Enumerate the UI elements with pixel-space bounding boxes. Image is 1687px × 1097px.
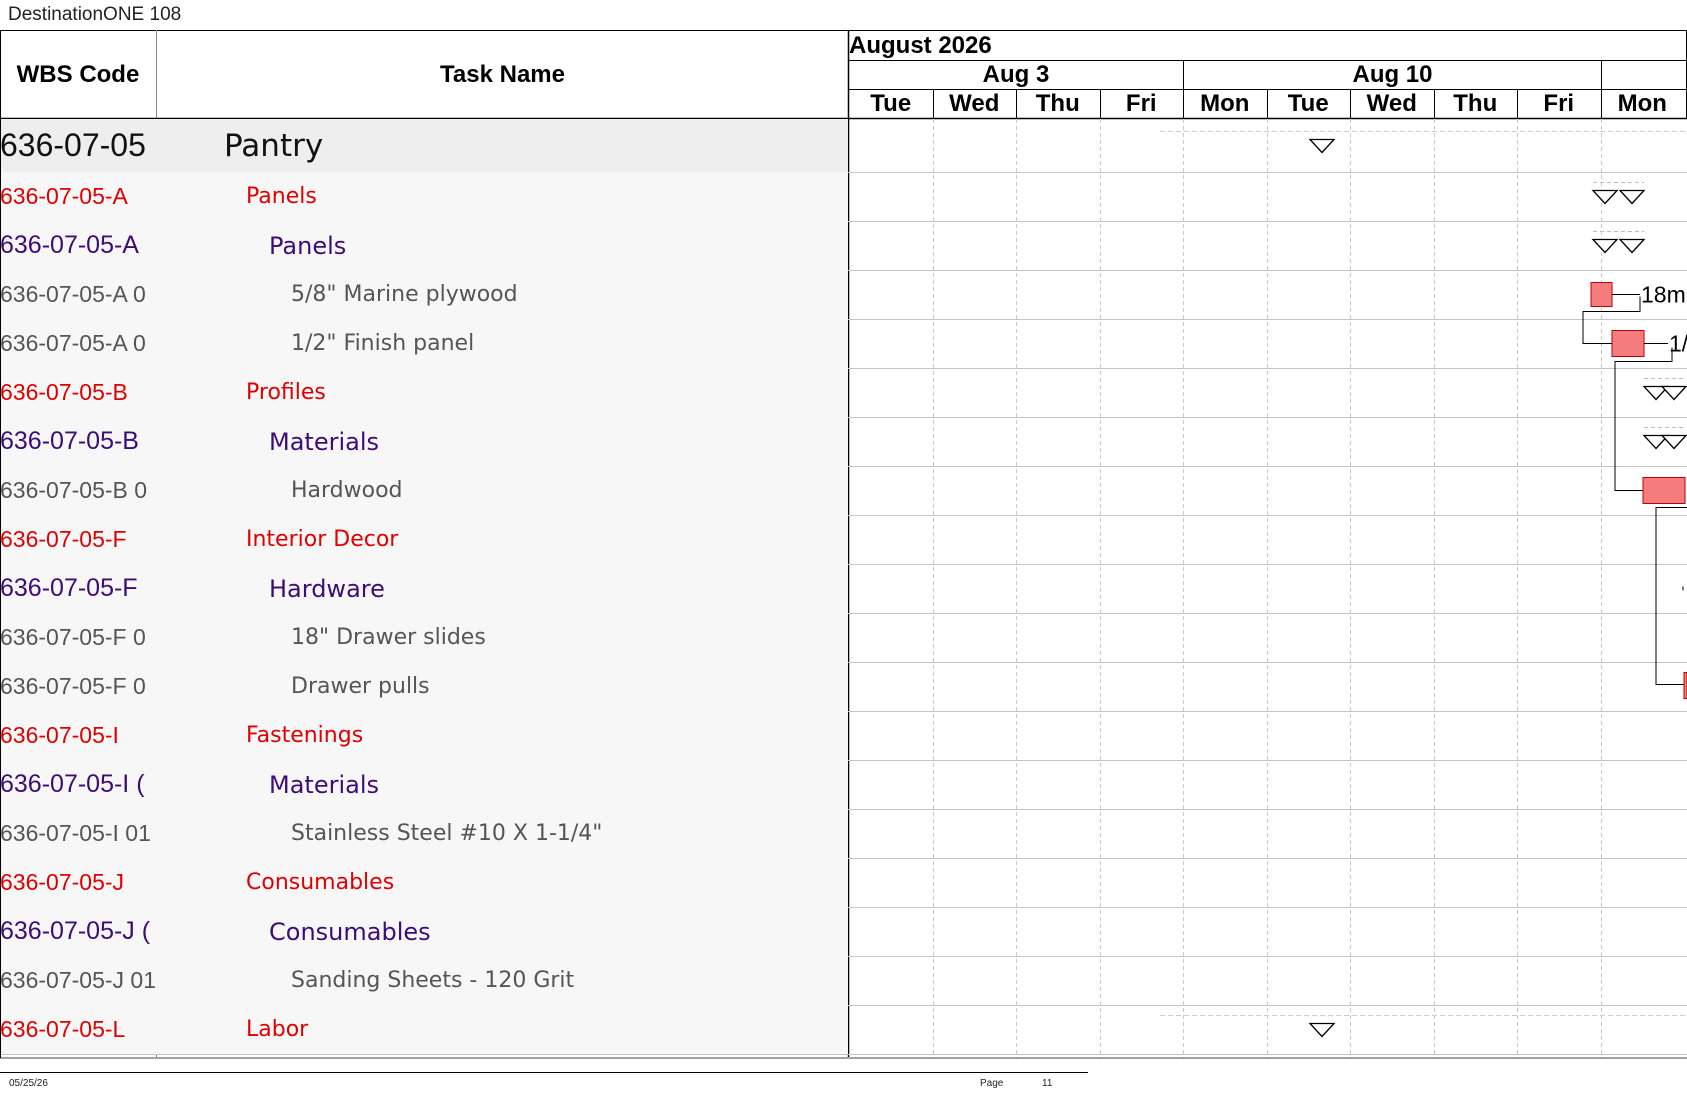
wbs-code-cell[interactable]: 636-07-05-A [0, 172, 156, 221]
summary-marker-materials-end [1660, 434, 1687, 450]
timescale-day-fri-3: Fri [1125, 90, 1157, 117]
timescale-day-tue-5: Tue [1287, 90, 1329, 117]
timescale-week-aug3: Aug 3 [982, 61, 1050, 88]
wbs-code-cell[interactable]: 636-07-05-L [0, 1005, 156, 1054]
task-name-cell[interactable]: 18" Drawer slides [291, 613, 848, 662]
timescale-month: August 2026 [849, 31, 992, 59]
wbs-code-cell[interactable]: 636-07-05-A 0 [0, 319, 156, 368]
wbs-column-header[interactable]: WBS Code [0, 31, 156, 118]
task-name-cell[interactable]: Labor [246, 1005, 848, 1054]
wbs-code-cell[interactable]: 636-07-05-F [0, 515, 156, 564]
wbs-code-cell[interactable]: 636-07-05-I 01 [0, 809, 156, 858]
task-name-cell[interactable]: Sanding Sheets - 120 Grit [291, 956, 848, 1005]
timescale-day-tue-0: Tue [870, 90, 912, 117]
wbs-code-cell[interactable]: 636-07-05-J ( [0, 907, 156, 956]
summary-marker-panels-sub-end [1618, 238, 1646, 254]
timescale-day-wed-1: Wed [949, 90, 1000, 117]
timescale-day-thu-7: Thu [1453, 90, 1498, 117]
summary-marker-profiles-end [1660, 385, 1687, 401]
task-name-cell[interactable]: Panels [246, 172, 848, 221]
wbs-code-cell[interactable]: 636-07-05-A [0, 221, 156, 270]
timescale-day-mon-4: Mon [1200, 90, 1250, 117]
timescale-day-mon-9: Mon [1617, 90, 1667, 117]
wbs-code-cell[interactable]: 636-07-05-F 0 [0, 613, 156, 662]
wbs-code-cell[interactable]: 636-07-05-J [0, 858, 156, 907]
footer-page-number: 11 [1042, 1078, 1053, 1089]
wbs-code-cell[interactable]: 636-07-05-B [0, 417, 156, 466]
task-bar-hardwood [1642, 477, 1686, 504]
summary-marker-icon [1308, 138, 1336, 154]
task-name-cell[interactable]: 5/8" Marine plywood [291, 270, 848, 319]
wbs-code-cell[interactable]: 636-07-05 [0, 119, 156, 172]
task-bar-finish-panel [1611, 330, 1645, 357]
summary-marker-panels-end [1618, 189, 1646, 205]
task-name-cell[interactable]: Pantry [224, 119, 848, 172]
dependency-link [1655, 507, 1687, 685]
task-name-column-header[interactable]: Task Name [157, 31, 848, 118]
summary-marker-panels-start [1591, 189, 1619, 205]
task-name-cell[interactable]: Materials [269, 760, 848, 809]
wbs-code-cell[interactable]: 636-07-05-F [0, 564, 156, 613]
bar-label-plywood: 18m [1641, 282, 1686, 308]
wbs-code-cell[interactable]: 636-07-05-B 0 [0, 466, 156, 515]
task-name-cell[interactable]: Hardwood [291, 466, 848, 515]
wbs-code-cell[interactable]: 636-07-05-B [0, 368, 156, 417]
task-name-cell[interactable]: Stainless Steel #10 X 1-1/4" [291, 809, 848, 858]
timescale-day-fri-8: Fri [1543, 90, 1575, 117]
wbs-code-cell[interactable]: 636-07-05-J 01 [0, 956, 156, 1005]
task-name-cell[interactable]: Fastenings [246, 711, 848, 760]
task-name-cell[interactable]: Consumables [246, 858, 848, 907]
task-name-cell[interactable]: Consumables [269, 907, 848, 956]
timescale-week-aug10: Aug 10 [1352, 61, 1433, 88]
footer-date: 05/25/26 [9, 1078, 48, 1089]
footer-page-label: Page [980, 1078, 1004, 1089]
wbs-code-cell[interactable]: 636-07-05-A 0 [0, 270, 156, 319]
task-name-cell[interactable]: Drawer pulls [291, 662, 848, 711]
summary-marker-panels-sub-start [1591, 238, 1619, 254]
task-name-cell[interactable]: Interior Decor [246, 515, 848, 564]
timescale-day-wed-6: Wed [1366, 90, 1417, 117]
task-name-cell[interactable]: Profiles [246, 368, 848, 417]
task-bar-plywood [1590, 282, 1613, 307]
task-name-cell[interactable]: Hardware [269, 564, 848, 613]
wbs-code-cell[interactable]: 636-07-05-I ( [0, 760, 156, 809]
task-name-cell[interactable]: Panels [269, 221, 848, 270]
wbs-code-cell[interactable]: 636-07-05-I [0, 711, 156, 760]
task-name-cell[interactable]: 1/2" Finish panel [291, 319, 848, 368]
summary-marker-labor-icon [1308, 1022, 1336, 1038]
task-name-cell[interactable]: Materials [269, 417, 848, 466]
wbs-code-cell[interactable]: 636-07-05-F 0 [0, 662, 156, 711]
timescale-day-thu-2: Thu [1035, 90, 1080, 117]
